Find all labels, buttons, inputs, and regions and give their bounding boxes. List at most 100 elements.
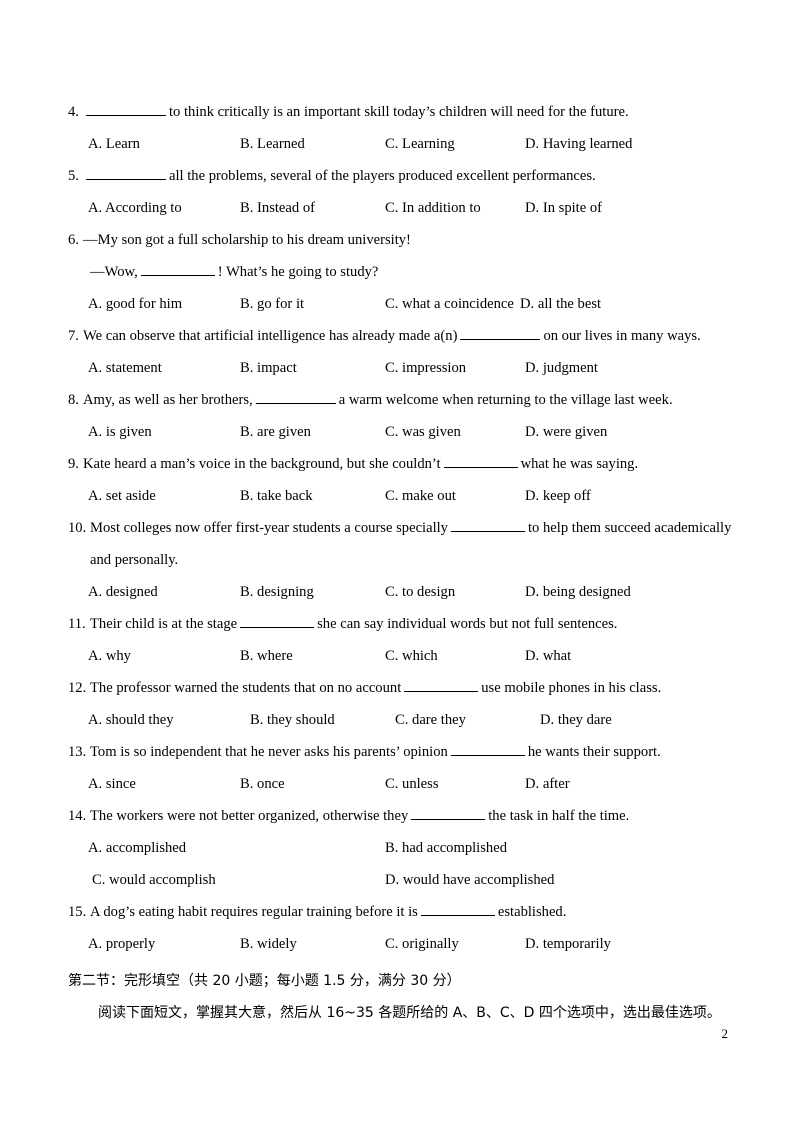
question-11: 11. Their child is at the stage she can sa… (68, 608, 728, 672)
option-d[interactable]: D. what (525, 640, 571, 672)
question-stem: 14. The workers were not better organized… (68, 800, 728, 832)
stem-text-post: he wants their support. (527, 744, 661, 760)
option-c[interactable]: C. originally (385, 928, 459, 960)
question-15: 15. A dog’s eating habit requires regular… (68, 896, 728, 960)
stem-text-pre: Most colleges now offer first-year stude… (90, 520, 448, 536)
option-d[interactable]: D. In spite of (525, 192, 602, 224)
option-b[interactable]: B. had accomplished (385, 832, 507, 864)
option-d[interactable]: D. keep off (525, 480, 591, 512)
option-row: A. properly B. widely C. originally D. t… (68, 928, 728, 960)
option-c[interactable]: C. unless (385, 768, 439, 800)
option-c[interactable]: C. make out (385, 480, 456, 512)
option-b[interactable]: B. impact (240, 352, 297, 384)
answer-blank (86, 166, 166, 180)
option-row: A. since B. once C. unless D. after (68, 768, 728, 800)
stem-text-pre: Tom is so independent that he never asks… (90, 744, 448, 760)
question-stem: 15. A dog’s eating habit requires regular… (68, 896, 728, 928)
question-stem: 5. all the problems, several of the playe… (68, 160, 728, 192)
exam-page: 4. to think critically is an important sk… (0, 0, 794, 1123)
option-d[interactable]: D. Having learned (525, 128, 632, 160)
option-a[interactable]: A. accomplished (88, 832, 186, 864)
option-b[interactable]: B. once (240, 768, 285, 800)
stem-text-pre: The workers were not better organized, o… (90, 808, 409, 824)
stem-text-post: she can say individual words but not ful… (317, 616, 618, 632)
question-stem: 9. Kate heard a man’s voice in the backgr… (68, 448, 728, 480)
option-b[interactable]: B. Learned (240, 128, 305, 160)
option-row: A. good for him B. go for it C. what a c… (68, 288, 728, 320)
option-a[interactable]: A. since (88, 768, 136, 800)
option-b[interactable]: B. go for it (240, 288, 304, 320)
question-12: 12. The professor warned the students tha… (68, 672, 728, 736)
option-row: A. According to B. Instead of C. In addi… (68, 192, 728, 224)
answer-blank (86, 102, 166, 116)
question-number: 11. (68, 616, 86, 632)
option-c[interactable]: C. was given (385, 416, 461, 448)
question-stem: 10. Most colleges now offer first-year st… (68, 512, 732, 544)
question-number: 14. (68, 808, 87, 824)
question-7: 7. We can observe that artificial intelli… (68, 320, 728, 384)
option-d[interactable]: D. after (525, 768, 570, 800)
option-a[interactable]: A. good for him (88, 288, 182, 320)
stem-text-pre: A dog’s eating habit requires regular tr… (90, 904, 418, 920)
question-6: 6. —My son got a full scholarship to his … (68, 224, 728, 320)
option-c[interactable]: C. would accomplish (92, 864, 216, 896)
option-c[interactable]: C. impression (385, 352, 466, 384)
answer-blank (443, 454, 518, 468)
question-number: 6. (68, 232, 79, 248)
question-10: 10. Most colleges now offer first-year st… (68, 512, 732, 608)
stem-text: all the problems, several of the players… (169, 168, 596, 184)
stem-text-pre: Kate heard a man’s voice in the backgrou… (83, 456, 441, 472)
option-b[interactable]: B. take back (240, 480, 313, 512)
answer-blank (255, 390, 336, 404)
option-c[interactable]: C. Learning (385, 128, 455, 160)
question-stem-continuation: and personally. (90, 552, 179, 568)
question-stem: 12. The professor warned the students tha… (68, 672, 728, 704)
question-number: 8. (68, 392, 79, 408)
question-9: 9. Kate heard a man’s voice in the backgr… (68, 448, 728, 512)
answer-blank (411, 806, 486, 820)
option-d[interactable]: D. all the best (520, 288, 601, 320)
answer-blank (240, 614, 315, 628)
option-c[interactable]: C. to design (385, 576, 455, 608)
option-a[interactable]: A. set aside (88, 480, 156, 512)
answer-blank (450, 742, 525, 756)
option-c[interactable]: C. what a coincidence (385, 288, 514, 320)
option-a[interactable]: A. According to (88, 192, 182, 224)
option-c[interactable]: C. In addition to (385, 192, 481, 224)
question-number: 10. (68, 520, 87, 536)
question-number: 15. (68, 904, 87, 920)
option-d[interactable]: D. temporarily (525, 928, 611, 960)
option-a[interactable]: A. should they (88, 704, 174, 736)
page-content: 4. to think critically is an important sk… (68, 96, 732, 1028)
option-b[interactable]: B. widely (240, 928, 297, 960)
option-d[interactable]: D. were given (525, 416, 607, 448)
answer-blank (460, 326, 541, 340)
option-d[interactable]: D. they dare (540, 704, 612, 736)
option-b[interactable]: B. designing (240, 576, 314, 608)
option-a[interactable]: A. properly (88, 928, 155, 960)
option-row: A. should they B. they should C. dare th… (68, 704, 728, 736)
option-d[interactable]: D. being designed (525, 576, 631, 608)
option-d[interactable]: D. would have accomplished (385, 864, 554, 896)
option-a[interactable]: A. designed (88, 576, 158, 608)
option-a[interactable]: A. Learn (88, 128, 140, 160)
option-a[interactable]: A. is given (88, 416, 152, 448)
option-a[interactable]: A. why (88, 640, 131, 672)
option-b[interactable]: B. where (240, 640, 293, 672)
option-b[interactable]: B. are given (240, 416, 311, 448)
option-row: A. why B. where C. which D. what (68, 640, 728, 672)
option-d[interactable]: D. judgment (525, 352, 598, 384)
question-number: 4. (68, 104, 79, 120)
question-number: 9. (68, 456, 79, 472)
section-instruction: 阅读下面短文，掌握其大意，然后从 16~35 各题所给的 A、B、C、D 四个选… (98, 1005, 721, 1021)
stem-text-post: to help them succeed academically (527, 520, 732, 536)
stem-text-pre: The professor warned the students that o… (90, 680, 402, 696)
question-8: 8. Amy, as well as her brothers, a warm we… (68, 384, 728, 448)
question-stem: 4. to think critically is an important sk… (68, 96, 728, 128)
option-a[interactable]: A. statement (88, 352, 162, 384)
option-b[interactable]: B. they should (250, 704, 335, 736)
stem-text-post: a warm welcome when returning to the vil… (338, 392, 673, 408)
option-c[interactable]: C. dare they (395, 704, 466, 736)
option-b[interactable]: B. Instead of (240, 192, 315, 224)
option-c[interactable]: C. which (385, 640, 438, 672)
